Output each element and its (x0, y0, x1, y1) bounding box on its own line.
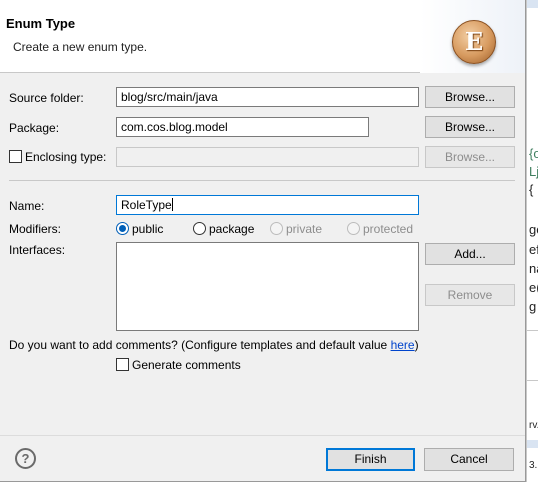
source-folder-browse-button[interactable]: Browse... (425, 86, 515, 108)
dialog-title: Enum Type (6, 16, 76, 31)
editor-code-line: ef (529, 242, 538, 257)
editor-code-line: { (529, 182, 534, 197)
modifier-protected-label: protected (363, 222, 414, 236)
modifier-public-radio[interactable] (116, 222, 129, 235)
help-icon[interactable]: ? (15, 448, 36, 469)
text-caret (171, 198, 173, 211)
editor-code-line: rv. (529, 420, 538, 431)
enum-icon-letter: E (464, 27, 484, 56)
interfaces-label: Interfaces: (9, 243, 66, 257)
configure-templates-link[interactable]: here (391, 338, 415, 352)
comments-question-close: ) (414, 338, 419, 352)
package-label: Package: (9, 121, 60, 135)
enum-type-icon: E (452, 20, 496, 64)
modifier-protected-radio (347, 222, 360, 235)
modifiers-label: Modifiers: (9, 222, 62, 236)
interfaces-add-button[interactable]: Add... (425, 243, 515, 265)
new-enum-dialog: Enum Type Create a new enum type. E Sour… (0, 0, 526, 482)
editor-tab-strip (527, 440, 538, 448)
dialog-description: Create a new enum type. (13, 40, 148, 54)
enclosing-type-input (116, 147, 419, 167)
source-folder-label: Source folder: (9, 91, 84, 105)
section-separator (9, 180, 515, 181)
background-editor: {o Lj { ge ef na e( g rv. 3.1 (526, 0, 538, 487)
comments-question-text: Do you want to add comments? (Configure … (9, 338, 391, 352)
name-input[interactable]: RoleType (116, 195, 419, 215)
package-browse-button[interactable]: Browse... (425, 116, 515, 138)
editor-code-line: Lj (529, 164, 538, 179)
generate-comments-checkbox[interactable] (116, 358, 129, 371)
editor-code-line: g (529, 299, 537, 314)
editor-divider (527, 330, 538, 331)
footer-separator (0, 435, 525, 436)
generate-comments-label[interactable]: Generate comments (132, 358, 241, 372)
cancel-button[interactable]: Cancel (424, 448, 514, 471)
enclosing-type-label[interactable]: Enclosing type: (25, 150, 106, 164)
source-folder-input[interactable]: blog/src/main/java (116, 87, 419, 107)
name-input-value: RoleType (121, 198, 172, 212)
enclosing-type-browse-button: Browse... (425, 146, 515, 168)
comments-question: Do you want to add comments? (Configure … (9, 338, 419, 352)
finish-button[interactable]: Finish (326, 448, 415, 471)
interfaces-remove-button: Remove (425, 284, 515, 306)
modifier-package-radio[interactable] (193, 222, 206, 235)
editor-code-line: {o (529, 146, 538, 161)
editor-tab-strip (527, 0, 538, 8)
package-input[interactable]: com.cos.blog.model (116, 117, 369, 137)
dialog-header: Enum Type Create a new enum type. E (0, 0, 525, 73)
modifier-public-label[interactable]: public (132, 222, 163, 236)
editor-code-line: e( (529, 280, 538, 295)
modifier-package-label[interactable]: package (209, 222, 254, 236)
enclosing-type-checkbox[interactable] (9, 150, 22, 163)
name-label: Name: (9, 199, 45, 213)
modifier-private-label: private (286, 222, 323, 236)
editor-divider (527, 380, 538, 381)
editor-code-line: ge (529, 222, 538, 237)
editor-code-line: 3.1 (529, 460, 538, 471)
background-status-area (0, 482, 538, 487)
modifier-private-radio (270, 222, 283, 235)
editor-code-line: na (529, 261, 538, 276)
interfaces-list[interactable] (116, 242, 419, 331)
